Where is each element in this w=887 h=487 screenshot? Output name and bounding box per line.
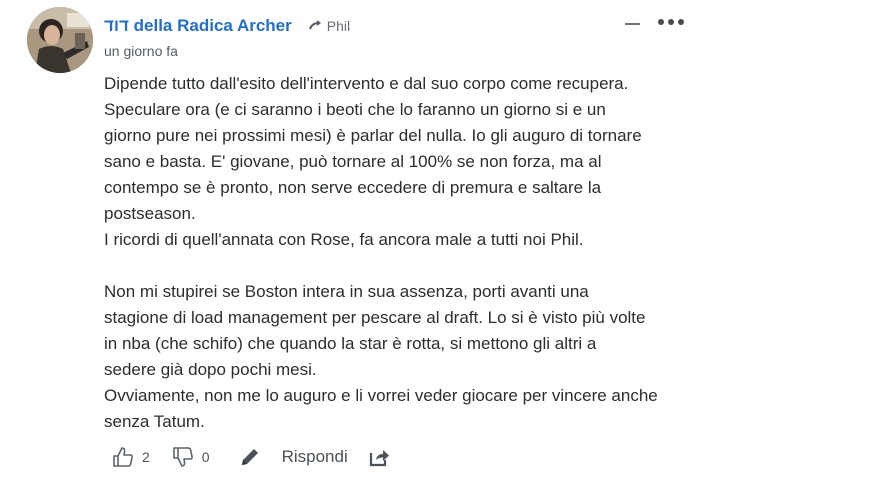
- comment-line: Dipende tutto dall'esito dell'intervento…: [104, 74, 629, 93]
- edit-button[interactable]: [239, 446, 261, 468]
- comment-actions: 2 0 Rispondi: [112, 444, 390, 470]
- reply-label: Rispondi: [281, 447, 348, 466]
- comment-line: postseason.: [104, 204, 196, 223]
- comment-line: contempo se è pronto, non serve eccedere…: [104, 178, 602, 197]
- reply-arrow-icon: [308, 20, 321, 30]
- reply-button[interactable]: Rispondi: [261, 447, 348, 467]
- reply-to-name: Phil: [326, 18, 351, 34]
- pencil-icon: [241, 449, 258, 465]
- comment-line: sedere già dopo pochi mesi.: [104, 360, 317, 379]
- collapse-icon[interactable]: [625, 22, 641, 26]
- upvote-count: 2: [142, 449, 150, 465]
- comment-line: senza Tatum.: [104, 412, 205, 431]
- avatar[interactable]: [27, 7, 93, 73]
- thumbs-down-icon: [172, 447, 193, 467]
- more-options-icon[interactable]: [658, 19, 684, 29]
- share-button[interactable]: [368, 446, 390, 468]
- share-icon: [369, 450, 389, 467]
- downvote-count: 0: [201, 449, 210, 465]
- thumbs-up-icon: [113, 447, 133, 467]
- comment-line: Speculare ora (e ci saranno i beoti che …: [104, 100, 606, 119]
- downvote-button[interactable]: 0: [172, 446, 210, 468]
- timestamp[interactable]: un giorno fa: [104, 43, 178, 59]
- reply-to[interactable]: Phil: [308, 18, 351, 34]
- author-name[interactable]: דוד della Radica Archer: [104, 16, 292, 36]
- comment-line: Non mi stupirei se Boston intera in sua …: [104, 282, 589, 301]
- comment-line: stagione di load management per pescare …: [104, 308, 646, 327]
- comment-line: Ovviamente, non me lo auguro e li vorrei…: [104, 386, 658, 405]
- comment-line: sano e basta. E' giovane, può tornare al…: [104, 152, 602, 171]
- comment-line: in nba (che schifo) che quando la star è…: [104, 334, 597, 353]
- comment-header: דוד della Radica Archer Phil: [104, 14, 350, 38]
- comment-body: Dipende tutto dall'esito dell'intervento…: [104, 71, 724, 435]
- comment-line: giorno pure nei prossimi mesi) è parlar …: [104, 126, 642, 145]
- upvote-button[interactable]: 2: [112, 446, 150, 468]
- comment-line: I ricordi di quell'annata con Rose, fa a…: [104, 230, 584, 249]
